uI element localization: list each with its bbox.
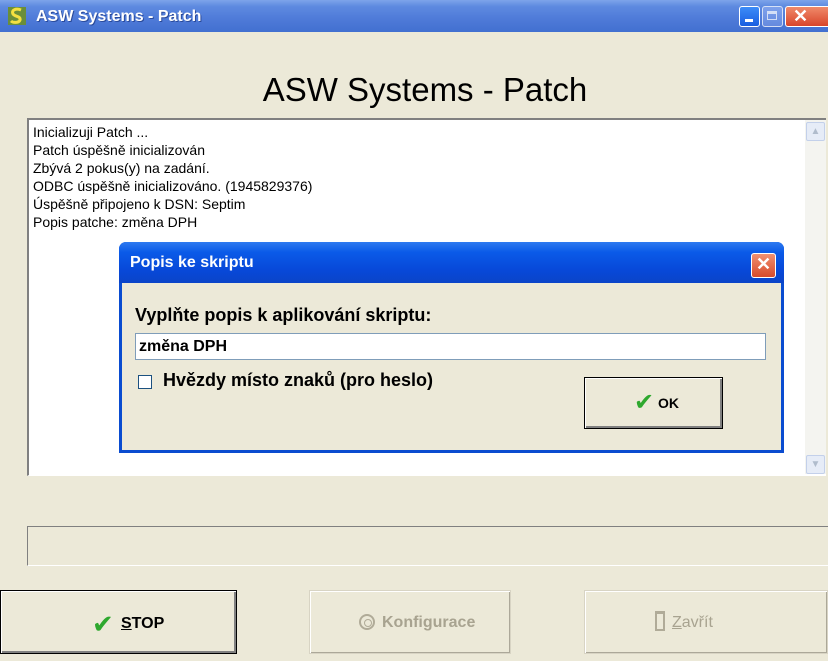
window-title: ASW Systems - Patch (36, 8, 202, 25)
config-button[interactable]: Konfigurace (309, 590, 511, 654)
log-line: Zbývá 2 pokus(y) na zadání. (33, 160, 210, 176)
dialog-close-button[interactable]: ✕ (751, 253, 776, 278)
check-icon: ✔ (634, 389, 655, 416)
password-stars-label: Hvězdy místo znaků (pro heslo) (163, 370, 434, 390)
log-lines: Inicializuji Patch ... Patch úspěšně inic… (33, 123, 312, 231)
close-window-button[interactable]: ✕ (785, 6, 828, 27)
page-heading: ASW Systems - Patch (262, 71, 588, 108)
scroll-up-button[interactable]: ▲ (806, 122, 825, 141)
description-input[interactable] (135, 333, 766, 360)
dialog-body: Vyplňte popis k aplikování skriptu: Hvěz… (122, 283, 781, 450)
check-icon: ✔ (92, 609, 114, 639)
dialog-prompt: Vyplňte popis k aplikování skriptu: (135, 305, 432, 325)
stop-button[interactable]: ✔ STOP (0, 590, 237, 654)
log-line: Popis patche: změna DPH (33, 214, 198, 230)
close-label: Zavřít (672, 614, 713, 631)
log-line: Patch úspěšně inicializován (33, 142, 205, 158)
title-bar: ASW Systems - Patch ✕ (0, 0, 828, 32)
maximize-button[interactable] (762, 6, 783, 27)
ok-button[interactable]: ✔ OK (584, 377, 723, 429)
stop-label: STOP (121, 615, 165, 632)
config-label: Konfigurace (382, 614, 476, 631)
close-icon: ✕ (793, 6, 809, 26)
password-stars-checkbox[interactable] (138, 375, 152, 389)
scroll-down-button[interactable]: ▼ (806, 455, 825, 474)
close-button[interactable]: Zavřít (584, 590, 828, 654)
log-scrollbar[interactable]: ▲ ▼ (805, 120, 826, 474)
status-bar (27, 526, 828, 566)
log-line: ODBC úspěšně inicializováno. (1945829376… (33, 178, 313, 194)
dialog-title: Popis ke skriptu (130, 254, 254, 271)
ok-label: OK (658, 395, 679, 411)
close-icon: ✕ (756, 254, 772, 274)
log-line: Úspěšně připojeno k DSN: Septim (33, 196, 246, 212)
app-icon (8, 7, 26, 25)
door-icon (655, 611, 665, 631)
description-dialog: Popis ke skriptu ✕ Vyplňte popis k aplik… (119, 242, 784, 453)
config-icon (359, 614, 375, 630)
minimize-button[interactable] (739, 6, 760, 27)
log-line: Inicializuji Patch ... (33, 124, 149, 140)
dialog-title-bar: Popis ke skriptu ✕ (119, 242, 784, 283)
